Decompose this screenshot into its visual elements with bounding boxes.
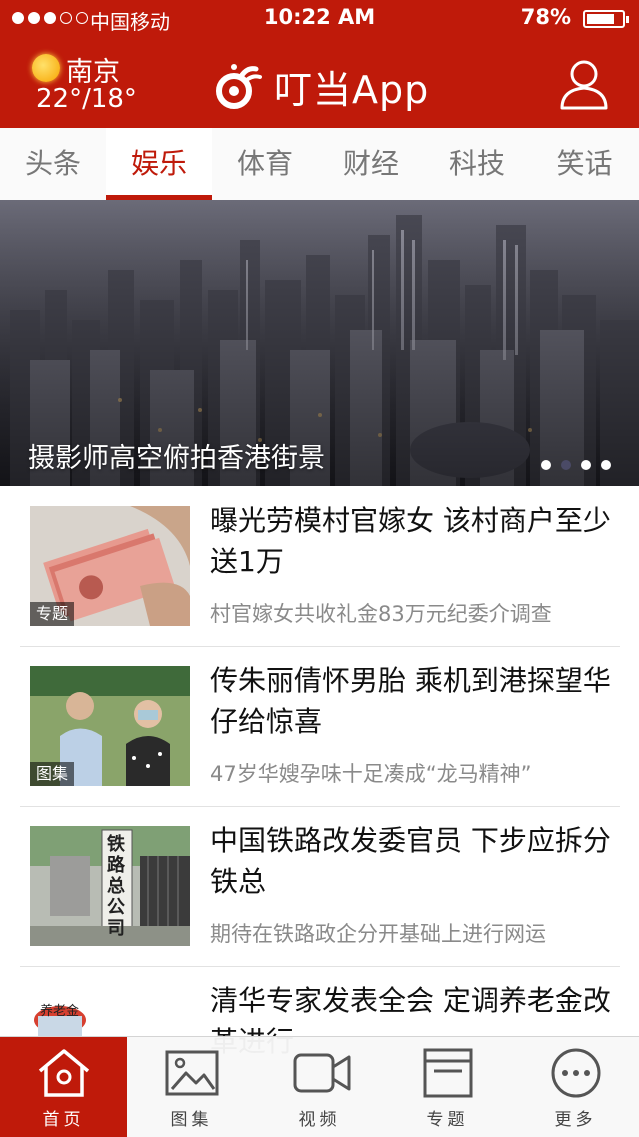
tab-entertainment[interactable]: 娱乐: [106, 128, 212, 200]
pager-dot[interactable]: [581, 460, 591, 470]
pager-dot[interactable]: [601, 460, 611, 470]
carousel-pager: [541, 460, 611, 470]
nav-label: 首页: [42, 1110, 85, 1130]
sun-icon: [32, 54, 60, 82]
news-item[interactable]: 图集 传朱丽倩怀男胎 乘机到港探望华仔给惊喜 47岁华嫂孕味十足凑成“龙马精神”: [20, 646, 620, 807]
nav-video[interactable]: 视频: [256, 1037, 383, 1137]
nav-label: 图集: [170, 1110, 213, 1130]
news-badge: 图集: [30, 762, 75, 786]
news-title: 传朱丽倩怀男胎 乘机到港探望华仔给惊喜: [210, 664, 611, 738]
user-icon: [560, 60, 608, 110]
battery-percent: 78%: [520, 5, 571, 29]
status-bar: 中国移动 10:22 AM 78%: [0, 0, 639, 40]
weather-temperature: 22°/18°: [36, 84, 137, 114]
video-icon: [293, 1053, 351, 1093]
topic-icon: [423, 1048, 473, 1098]
tab-jokes[interactable]: 笑话: [530, 128, 639, 200]
nav-topic[interactable]: 专题: [384, 1037, 511, 1137]
app-name: 叮当App: [274, 67, 430, 112]
tab-tech[interactable]: 科技: [424, 128, 530, 200]
app-logo-icon: [216, 64, 262, 109]
news-badge: 专题: [30, 602, 75, 626]
tab-sports[interactable]: 体育: [212, 128, 318, 200]
pager-dot-active[interactable]: [561, 460, 571, 470]
news-title: 中国铁路改发委官员 下步应拆分铁总: [210, 824, 611, 898]
nav-gallery[interactable]: 图集: [128, 1037, 255, 1137]
news-title: 曝光劳模村官嫁女 该村商户至少送1万: [210, 504, 611, 578]
category-tabs: 头条 娱乐 体育 财经 科技 笑话: [0, 128, 639, 201]
pager-dot[interactable]: [541, 460, 551, 470]
news-thumbnail: 专题: [30, 506, 190, 626]
nav-more[interactable]: 更多: [512, 1037, 639, 1137]
hero-caption: 摄影师高空俯拍香港街景: [28, 443, 325, 474]
pension-label-text: 养老金: [40, 1004, 80, 1019]
news-thumbnail: 铁路总公司: [30, 826, 190, 946]
gallery-icon: [165, 1050, 219, 1096]
news-summary: 47岁华嫂孕味十足凑成“龙马精神”: [210, 762, 532, 786]
tab-headlines[interactable]: 头条: [0, 128, 106, 200]
news-item[interactable]: 专题 曝光劳模村官嫁女 该村商户至少送1万 村官嫁女共收礼金83万元纪委介调查: [20, 486, 620, 647]
app-header: 中国移动 10:22 AM 78% 南京 22°/18° 叮当App: [0, 0, 639, 128]
hero-carousel[interactable]: 摄影师高空俯拍香港街景: [0, 200, 639, 486]
nav-label: 更多: [554, 1110, 597, 1130]
weather-widget[interactable]: 南京 22°/18°: [30, 52, 137, 122]
news-summary: 期待在铁路政企分开基础上进行网运: [210, 922, 546, 946]
user-profile-button[interactable]: [559, 58, 609, 110]
railway-sign-text: 铁路总公司: [107, 834, 125, 939]
bottom-nav: 首页 图集 视频 专题 更多: [0, 1036, 639, 1137]
more-icon: [551, 1048, 601, 1098]
nav-home[interactable]: 首页: [0, 1037, 127, 1137]
battery-icon: [583, 10, 629, 28]
news-item[interactable]: 铁路总公司 中国铁路改发委官员 下步应拆分铁总 期待在铁路政企分开基础上进行网运: [20, 806, 620, 967]
nav-label: 专题: [426, 1110, 469, 1130]
app-brand: 叮当App: [212, 58, 429, 114]
news-summary: 村官嫁女共收礼金83万元纪委介调查: [210, 602, 552, 626]
nav-label: 视频: [298, 1110, 341, 1130]
tab-finance[interactable]: 财经: [318, 128, 424, 200]
home-icon: [38, 1049, 90, 1097]
news-thumbnail: 图集: [30, 666, 190, 786]
